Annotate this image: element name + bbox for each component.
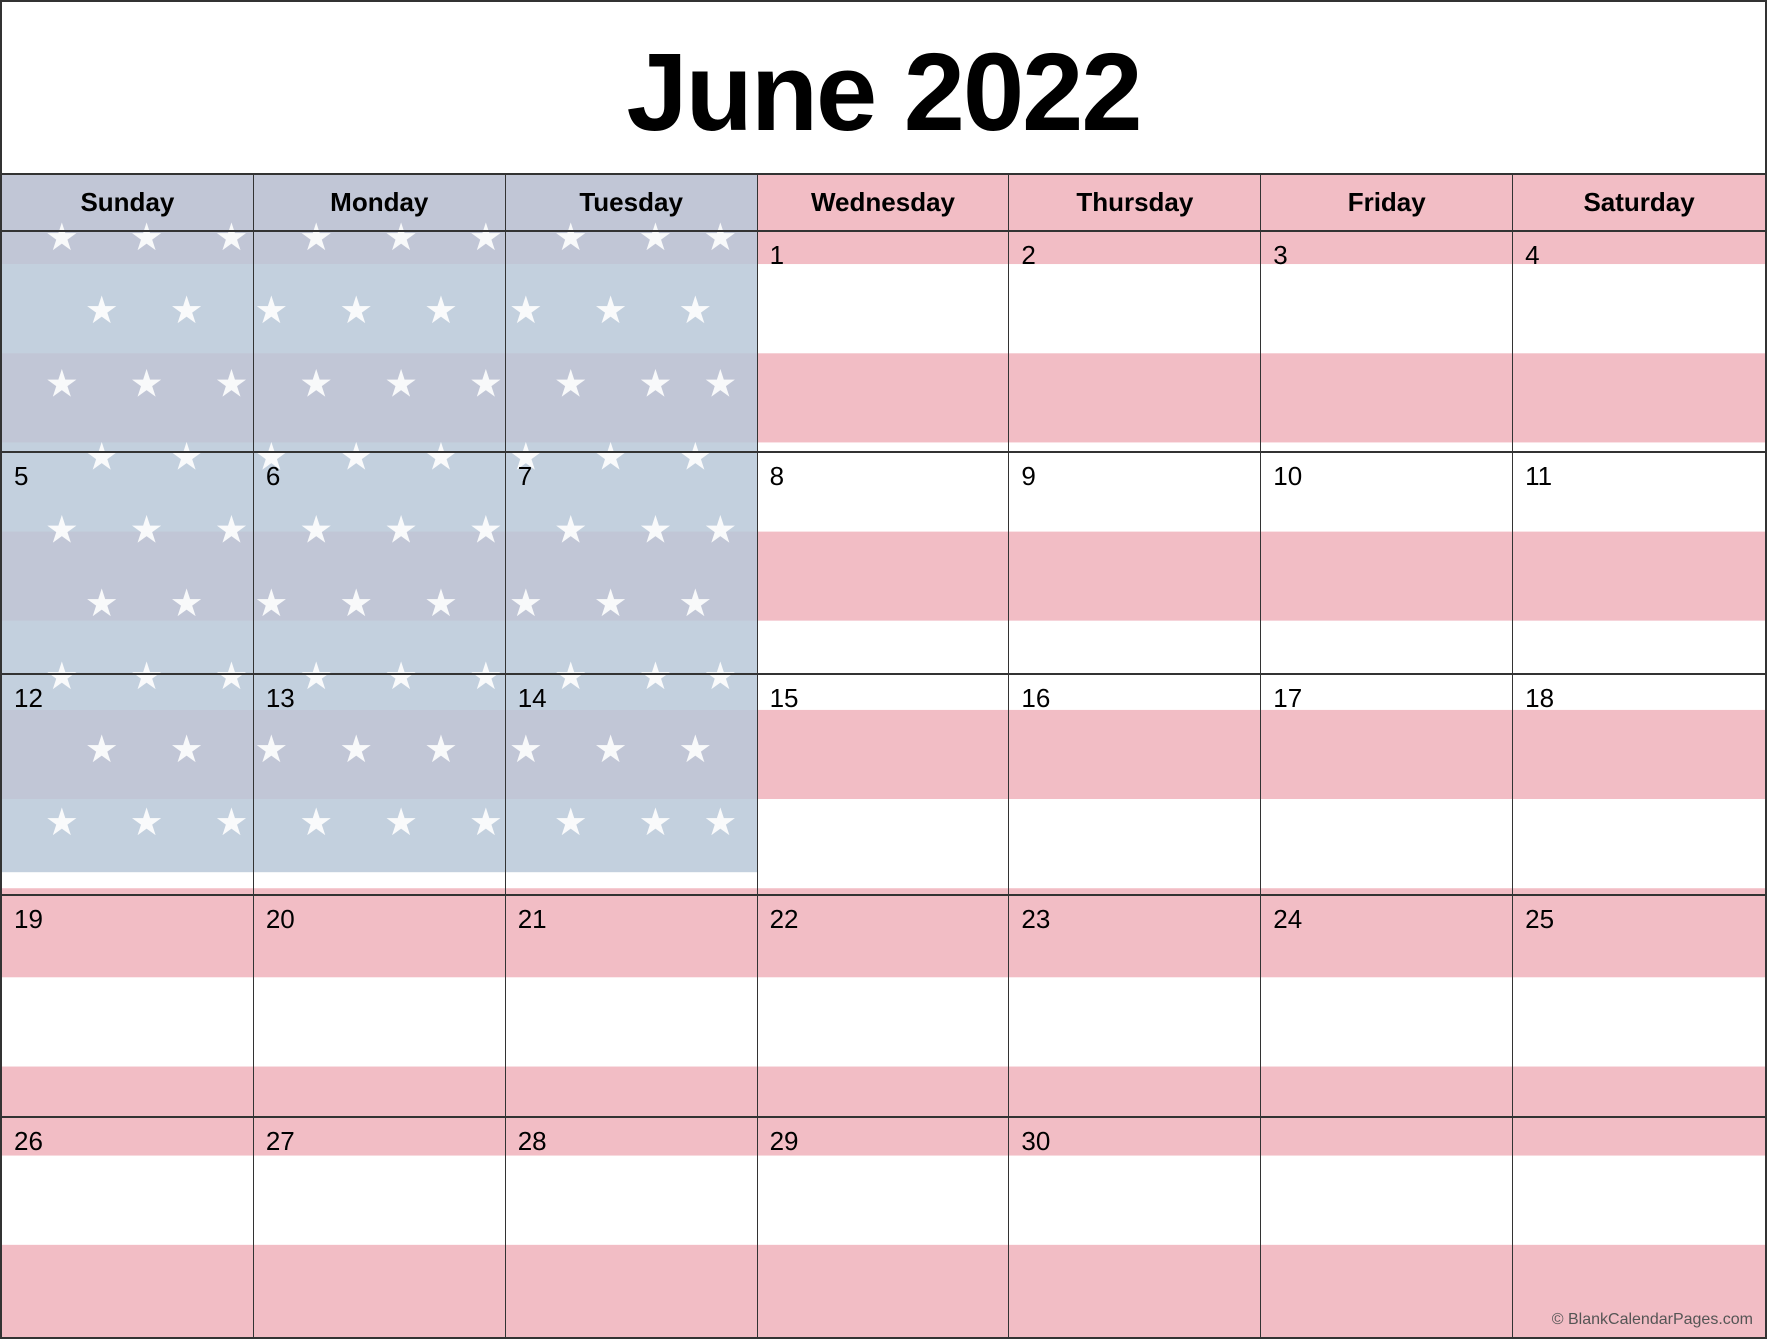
day-header-monday: Monday bbox=[254, 175, 506, 230]
calendar-header-row: SundayMondayTuesdayWednesdayThursdayFrid… bbox=[2, 175, 1765, 232]
day-header-wednesday: Wednesday bbox=[758, 175, 1010, 230]
day-header-sunday: Sunday bbox=[2, 175, 254, 230]
calendar-cell-7: 7 bbox=[506, 453, 758, 672]
calendar-cell-26: 26 bbox=[2, 1118, 254, 1337]
calendar-cell-24: 24 bbox=[1261, 896, 1513, 1115]
cell-number-4: 4 bbox=[1525, 242, 1753, 268]
calendar-cell-25: 25 bbox=[1513, 896, 1765, 1115]
cell-number-14: 14 bbox=[518, 685, 745, 711]
cell-number-18: 18 bbox=[1525, 685, 1753, 711]
cell-number-8: 8 bbox=[770, 463, 997, 489]
calendar-cell-12: 12 bbox=[2, 675, 254, 894]
calendar-cell-19: 19 bbox=[2, 896, 254, 1115]
cell-number-26: 26 bbox=[14, 1128, 241, 1154]
calendar-cell-17: 17 bbox=[1261, 675, 1513, 894]
calendar-cell-8: 8 bbox=[758, 453, 1010, 672]
calendar-cell-15: 15 bbox=[758, 675, 1010, 894]
cell-number-20: 20 bbox=[266, 906, 493, 932]
cell-number-3: 3 bbox=[1273, 242, 1500, 268]
calendar-cell-18: 18 bbox=[1513, 675, 1765, 894]
cell-number-12: 12 bbox=[14, 685, 241, 711]
empty-cell-w4-d6 bbox=[1513, 1118, 1765, 1337]
cell-number-17: 17 bbox=[1273, 685, 1500, 711]
cell-number-11: 11 bbox=[1525, 463, 1753, 489]
cell-number-2: 2 bbox=[1021, 242, 1248, 268]
cell-number-6: 6 bbox=[266, 463, 493, 489]
cell-number-24: 24 bbox=[1273, 906, 1500, 932]
cell-number-23: 23 bbox=[1021, 906, 1248, 932]
cell-number-16: 16 bbox=[1021, 685, 1248, 711]
day-header-tuesday: Tuesday bbox=[506, 175, 758, 230]
cell-number-22: 22 bbox=[770, 906, 997, 932]
empty-cell-w0-d1 bbox=[254, 232, 506, 451]
calendar-cell-5: 5 bbox=[2, 453, 254, 672]
cell-number-29: 29 bbox=[770, 1128, 997, 1154]
cell-number-7: 7 bbox=[518, 463, 745, 489]
calendar-cell-10: 10 bbox=[1261, 453, 1513, 672]
grid-container: ★★★★★★★★★ ★★★★★★★★ ★★★★★★★★★ ★★★★★★★★ ★★… bbox=[2, 175, 1765, 1337]
calendar-row-3: 12 13 14 15 16 17 18 bbox=[2, 675, 1765, 896]
calendar-cell-16: 16 bbox=[1009, 675, 1261, 894]
cell-number-1: 1 bbox=[770, 242, 997, 268]
cell-number-15: 15 bbox=[770, 685, 997, 711]
calendar-cell-11: 11 bbox=[1513, 453, 1765, 672]
calendar-cell-3: 3 bbox=[1261, 232, 1513, 451]
calendar-cell-27: 27 bbox=[254, 1118, 506, 1337]
calendar-cell-4: 4 bbox=[1513, 232, 1765, 451]
calendar-body: 1234567891011121314151617181920212223242… bbox=[2, 232, 1765, 1337]
day-header-friday: Friday bbox=[1261, 175, 1513, 230]
calendar-cell-21: 21 bbox=[506, 896, 758, 1115]
calendar-row-4: 19 20 21 22 23 24 25 bbox=[2, 896, 1765, 1117]
watermark: © BlankCalendarPages.com bbox=[1552, 1311, 1753, 1329]
calendar-cell-30: 30 bbox=[1009, 1118, 1261, 1337]
calendar-row-5: 26 27 28 29 30 bbox=[2, 1118, 1765, 1337]
cell-number-25: 25 bbox=[1525, 906, 1753, 932]
cell-number-28: 28 bbox=[518, 1128, 745, 1154]
calendar-cell-9: 9 bbox=[1009, 453, 1261, 672]
day-header-saturday: Saturday bbox=[1513, 175, 1765, 230]
calendar-cell-2: 2 bbox=[1009, 232, 1261, 451]
calendar-row-2: 56789 10 11 bbox=[2, 453, 1765, 674]
calendar-cell-14: 14 bbox=[506, 675, 758, 894]
calendar-cell-6: 6 bbox=[254, 453, 506, 672]
calendar-cell-28: 28 bbox=[506, 1118, 758, 1337]
cell-number-10: 10 bbox=[1273, 463, 1500, 489]
calendar-cell-20: 20 bbox=[254, 896, 506, 1115]
cell-number-13: 13 bbox=[266, 685, 493, 711]
cell-number-30: 30 bbox=[1021, 1128, 1248, 1154]
calendar-cell-13: 13 bbox=[254, 675, 506, 894]
empty-cell-w4-d5 bbox=[1261, 1118, 1513, 1337]
empty-cell-w0-d0 bbox=[2, 232, 254, 451]
cell-number-19: 19 bbox=[14, 906, 241, 932]
calendar-row-1: 1234 bbox=[2, 232, 1765, 453]
day-header-thursday: Thursday bbox=[1009, 175, 1261, 230]
calendar-cell-22: 22 bbox=[758, 896, 1010, 1115]
cell-number-21: 21 bbox=[518, 906, 745, 932]
cell-number-5: 5 bbox=[14, 463, 241, 489]
calendar-title: June 2022 bbox=[2, 2, 1765, 175]
cell-number-9: 9 bbox=[1021, 463, 1248, 489]
calendar-cell-1: 1 bbox=[758, 232, 1010, 451]
calendar-cell-29: 29 bbox=[758, 1118, 1010, 1337]
empty-cell-w0-d2 bbox=[506, 232, 758, 451]
cell-number-27: 27 bbox=[266, 1128, 493, 1154]
calendar-wrapper: June 2022 bbox=[0, 0, 1767, 1339]
calendar-cell-23: 23 bbox=[1009, 896, 1261, 1115]
